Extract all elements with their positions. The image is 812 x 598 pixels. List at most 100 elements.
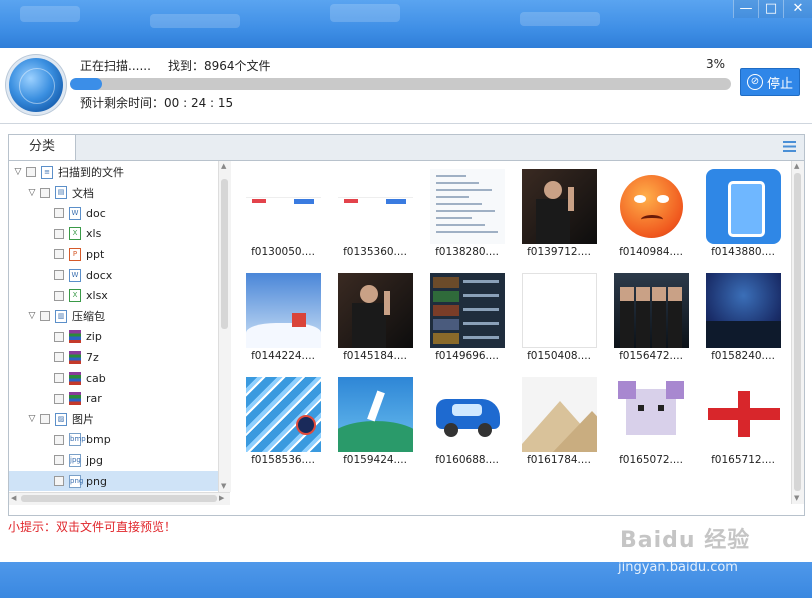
thumbnail-image[interactable]	[614, 377, 689, 452]
thumbnail-item[interactable]: f0149696....	[427, 265, 507, 369]
tree-item-xls[interactable]: Xxls	[9, 224, 219, 244]
scroll-left-icon[interactable]: ◀	[11, 494, 16, 502]
thumbnail-item[interactable]	[335, 473, 415, 504]
tree-checkbox[interactable]	[54, 476, 64, 486]
thumbnail-image[interactable]	[338, 169, 413, 244]
tree-checkbox[interactable]	[54, 373, 64, 383]
tree-checkbox[interactable]	[40, 187, 50, 198]
thumbnail-image[interactable]	[430, 169, 505, 244]
thumbnail-item[interactable]: f0130050....	[243, 161, 323, 265]
scroll-up-icon[interactable]: ▲	[794, 162, 799, 170]
tree-item-bmp[interactable]: bmp bmp	[9, 430, 219, 450]
tree-checkbox[interactable]	[54, 290, 64, 301]
thumbnail-image[interactable]	[614, 273, 689, 348]
tree-checkbox[interactable]	[54, 208, 64, 219]
tree-item-ppt[interactable]: Pppt	[9, 244, 219, 264]
tree-item-jpg[interactable]: jpg jpg	[9, 450, 219, 470]
tree-item-cab[interactable]: cab	[9, 368, 219, 388]
thumbnail-item[interactable]: f0165072....	[611, 369, 691, 473]
tree-checkbox[interactable]	[54, 352, 64, 363]
tree-checkbox[interactable]	[54, 270, 64, 280]
thumbnail-image[interactable]	[522, 169, 597, 244]
collapse-icon[interactable]: ▽	[13, 167, 23, 177]
collapse-icon[interactable]: ▽	[27, 414, 37, 424]
thumbnail-image[interactable]: PNG	[706, 481, 781, 504]
tree-item-png[interactable]: png png	[9, 471, 219, 491]
scroll-down-icon[interactable]: ▼	[794, 494, 799, 502]
thumbnail-item[interactable]: f0140984....	[611, 161, 691, 265]
thumbnail-image[interactable]	[246, 273, 321, 348]
scroll-up-icon[interactable]: ▲	[221, 162, 226, 170]
grid-vertical-scrollbar[interactable]: ▲ ▼	[791, 161, 804, 504]
thumbnail-item[interactable]: f0158536....	[243, 369, 323, 473]
scrollbar-thumb[interactable]	[21, 495, 217, 502]
thumbnail-image[interactable]	[338, 273, 413, 348]
tree-item-doc[interactable]: Wdoc	[9, 203, 219, 223]
tree-item-扫描到的文件[interactable]: ▽ ≡ 扫描到的文件	[9, 162, 219, 182]
tree-item-xlsx[interactable]: Xxlsx	[9, 286, 219, 306]
thumbnail-image[interactable]	[246, 481, 321, 504]
thumbnail-image[interactable]	[706, 273, 781, 348]
tree-checkbox[interactable]	[54, 331, 64, 342]
thumbnail-image[interactable]	[430, 481, 505, 504]
minimize-button[interactable]: —	[733, 0, 758, 18]
thumbnail-item[interactable]: f0143880....	[703, 161, 783, 265]
scrollbar-thumb[interactable]	[221, 179, 228, 329]
thumbnail-item[interactable]: f0165712....	[703, 369, 783, 473]
thumbnail-item[interactable]: f0160688....	[427, 369, 507, 473]
thumbnail-item[interactable]: f0135360....	[335, 161, 415, 265]
thumbnail-image[interactable]	[430, 377, 505, 452]
tree-horizontal-scrollbar[interactable]: ◀ ▶	[9, 492, 230, 505]
thumbnail-image[interactable]	[338, 377, 413, 452]
thumbnail-image[interactable]	[522, 273, 597, 348]
tree-vertical-scrollbar[interactable]: ▲ ▼	[218, 161, 231, 492]
scroll-right-icon[interactable]: ▶	[219, 494, 224, 502]
thumbnail-image[interactable]	[338, 481, 413, 504]
tree-item-图片[interactable]: ▽ ▨ 图片	[9, 409, 219, 429]
thumbnail-item[interactable]: f0138280....	[427, 161, 507, 265]
thumbnail-item[interactable]: f0150408....	[519, 265, 599, 369]
tree-checkbox[interactable]	[54, 228, 64, 239]
tree-checkbox[interactable]	[54, 434, 64, 445]
thumbnail-image[interactable]	[430, 273, 505, 348]
thumbnail-item[interactable]: f0144224....	[243, 265, 323, 369]
thumbnail-item[interactable]	[243, 473, 323, 504]
thumbnail-image[interactable]	[706, 377, 781, 452]
tree-item-docx[interactable]: Wdocx	[9, 265, 219, 285]
thumbnail-image[interactable]	[614, 169, 689, 244]
tree-item-7z[interactable]: 7z	[9, 347, 219, 367]
thumbnail-image[interactable]	[522, 377, 597, 452]
tree-checkbox[interactable]	[26, 167, 36, 177]
thumbnail-item[interactable]: f0139712....	[519, 161, 599, 265]
menu-icon[interactable]	[783, 141, 796, 152]
scroll-down-icon[interactable]: ▼	[221, 482, 226, 490]
thumbnail-image[interactable]	[522, 481, 597, 504]
thumbnail-image[interactable]	[706, 169, 781, 244]
thumbnail-item[interactable]: PNG	[703, 473, 783, 504]
stop-button[interactable]: ⊘ 停止	[740, 68, 800, 96]
tree-checkbox[interactable]	[54, 455, 64, 466]
collapse-icon[interactable]: ▽	[27, 311, 37, 321]
tree-checkbox[interactable]	[54, 249, 64, 260]
thumbnail-item[interactable]: f0159424....	[335, 369, 415, 473]
scrollbar-thumb[interactable]	[794, 173, 801, 491]
tree-item-文档[interactable]: ▽ ▤ 文档	[9, 183, 219, 203]
tree-checkbox[interactable]	[54, 393, 64, 404]
tree-checkbox[interactable]	[40, 414, 50, 425]
thumbnail-item[interactable]: f0156472....	[611, 265, 691, 369]
tree-item-压缩包[interactable]: ▽ ▥ 压缩包	[9, 306, 219, 326]
thumbnail-item[interactable]	[611, 473, 691, 504]
thumbnail-item[interactable]: f0158240....	[703, 265, 783, 369]
thumbnail-image[interactable]	[246, 377, 321, 452]
tab-category[interactable]: 分类	[9, 135, 76, 160]
thumbnail-item[interactable]: f0161784....	[519, 369, 599, 473]
tree-checkbox[interactable]	[40, 311, 50, 322]
collapse-icon[interactable]: ▽	[27, 188, 37, 198]
maximize-button[interactable]: □	[758, 0, 783, 18]
thumbnail-item[interactable]: f0145184....	[335, 265, 415, 369]
thumbnail-image[interactable]	[246, 169, 321, 244]
close-button[interactable]: ✕	[783, 0, 812, 18]
tree-item-rar[interactable]: rar	[9, 389, 219, 409]
thumbnail-item[interactable]	[519, 473, 599, 504]
thumbnail-image[interactable]	[614, 481, 689, 504]
